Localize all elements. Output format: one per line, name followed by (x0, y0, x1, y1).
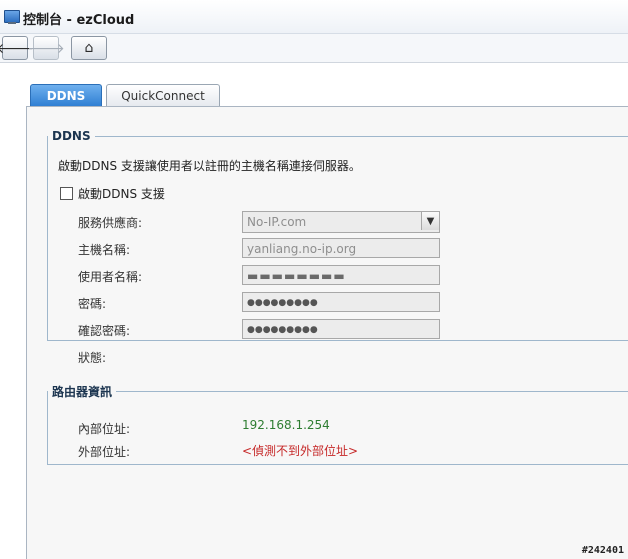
home-icon: ⌂ (84, 40, 94, 56)
router-section: 路由器資訊 內部位址: 192.168.1.254 外部位址: <偵測不到外部位… (47, 383, 628, 465)
internal-address-label: 內部位址: (78, 422, 131, 436)
password-field[interactable]: ●●●●●●●●● (242, 292, 440, 312)
password-label: 密碼: (78, 297, 107, 311)
arrow-right-icon: 🡒 (27, 40, 65, 57)
provider-value: No-IP.com (247, 215, 307, 229)
username-field[interactable]: ▬▬▬▬▬▬▬▬ (242, 265, 440, 285)
ddns-legend: DDNS (52, 129, 91, 143)
status-label: 狀態: (78, 351, 107, 365)
tab-ddns-label: DDNS (46, 88, 86, 103)
tab-quickconnect[interactable]: QuickConnect (106, 84, 220, 106)
back-button[interactable]: 🡐 (0, 36, 34, 60)
external-address-label: 外部位址: (78, 445, 131, 459)
window-title: 控制台 - ezCloud (23, 13, 135, 28)
home-button[interactable]: ⌂ (71, 36, 107, 60)
title-bar: 控制台 - ezCloud (0, 0, 628, 34)
provider-label: 服務供應商: (78, 216, 143, 230)
confirm-password-label: 確認密碼: (78, 324, 131, 338)
enable-ddns-label: 啟動DDNS 支援 (78, 187, 165, 201)
forward-button[interactable]: 🡒 (27, 36, 65, 60)
tab-ddns[interactable]: DDNS (30, 84, 102, 106)
hostname-label: 主機名稱: (78, 243, 131, 257)
tab-quickconnect-label: QuickConnect (121, 88, 205, 103)
enable-ddns-row[interactable]: 啟動DDNS 支援 (60, 185, 165, 202)
confirm-password-field[interactable]: ●●●●●●●●● (242, 319, 440, 339)
provider-select[interactable]: No-IP.com ▼ (242, 211, 440, 233)
content-area: DDNS QuickConnect DDNS 啟動DDNS 支援讓使用者以註冊的… (0, 63, 628, 559)
router-legend: 路由器資訊 (52, 385, 113, 399)
enable-ddns-checkbox[interactable] (60, 187, 73, 200)
chevron-down-icon[interactable]: ▼ (421, 212, 439, 230)
username-label: 使用者名稱: (78, 270, 143, 284)
ddns-section: DDNS 啟動DDNS 支援讓使用者以註冊的主機名稱連接伺服器。 啟動DDNS … (47, 129, 628, 365)
ddns-description: 啟動DDNS 支援讓使用者以註冊的主機名稱連接伺服器。 (58, 159, 361, 173)
image-watermark: #242401 (581, 545, 624, 556)
internal-address-value: 192.168.1.254 (242, 418, 330, 432)
hostname-field[interactable]: yanliang.no-ip.org (242, 238, 440, 258)
external-address-value: <偵測不到外部位址> (242, 444, 359, 458)
toolbar: 🡐 🡒 ⌂ (0, 34, 628, 63)
tab-panel: DDNS 啟動DDNS 支援讓使用者以註冊的主機名稱連接伺服器。 啟動DDNS … (26, 106, 628, 559)
control-panel-icon (4, 10, 20, 24)
